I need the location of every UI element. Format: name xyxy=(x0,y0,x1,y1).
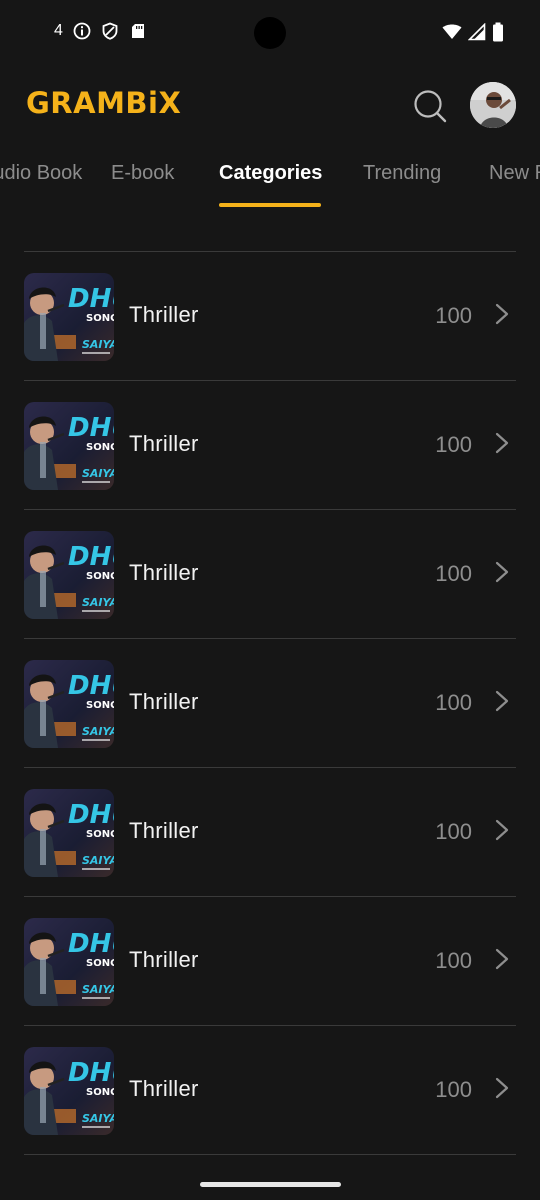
category-count: 100 xyxy=(435,1077,472,1102)
category-label: Thriller xyxy=(129,947,199,972)
tab-audio-book[interactable]: Audio Book xyxy=(0,162,82,185)
svg-text:SAIYAARA: SAIYAARA xyxy=(82,983,114,996)
svg-text:SONG: SONG xyxy=(86,313,114,324)
category-list-item[interactable]: DHU SONG SAIYAARA Thriller 100 xyxy=(24,768,516,897)
category-thumbnail: DHU SONG SAIYAARA xyxy=(24,789,114,877)
notification-count: 4 xyxy=(54,22,63,39)
svg-text:SAIYAARA: SAIYAARA xyxy=(82,596,114,609)
battery-icon xyxy=(492,22,504,47)
category-label: Thriller xyxy=(129,302,199,327)
camera-cutout xyxy=(254,17,286,49)
category-thumbnail: DHU SONG SAIYAARA xyxy=(24,1047,114,1135)
svg-text:SONG: SONG xyxy=(86,829,114,840)
sd-card-icon xyxy=(129,22,147,40)
chevron-right-icon xyxy=(495,1077,509,1099)
tab-categories[interactable]: Categories xyxy=(219,162,322,185)
app-screen: 4 GRAMBiX dio Book E-book Categories Tre… xyxy=(0,0,540,1200)
category-thumbnail: DHU SONG SAIYAARA xyxy=(24,531,114,619)
category-count: 100 xyxy=(435,690,472,715)
status-left: 4 xyxy=(54,22,147,40)
category-list-item[interactable]: DHU SONG SAIYAARA Thriller 100 xyxy=(24,897,516,1026)
category-label: Thriller xyxy=(129,431,199,456)
svg-text:SAIYAARA: SAIYAARA xyxy=(82,1112,114,1125)
category-tabs: Audio Book E-book Categories Trending Ne… xyxy=(0,150,540,210)
svg-text:DHU: DHU xyxy=(68,800,114,830)
category-count: 100 xyxy=(435,948,472,973)
category-list-item[interactable]: DHU SONG SAIYAARA Thriller 100 xyxy=(24,510,516,639)
tab-trending[interactable]: Trending xyxy=(363,162,441,185)
svg-text:DHU: DHU xyxy=(68,284,114,314)
category-list: DHU SONG SAIYAARA Thriller 100 xyxy=(24,252,516,1155)
category-label: Thriller xyxy=(129,818,199,843)
svg-text:DHU: DHU xyxy=(68,542,114,572)
svg-text:SAIYAARA: SAIYAARA xyxy=(82,725,114,738)
svg-text:SONG: SONG xyxy=(86,1087,114,1098)
chevron-right-icon xyxy=(495,303,509,325)
category-thumbnail: DHU SONG SAIYAARA xyxy=(24,660,114,748)
svg-text:SAIYAARA: SAIYAARA xyxy=(82,854,114,867)
category-label: Thriller xyxy=(129,1076,199,1101)
svg-text:SONG: SONG xyxy=(86,442,114,453)
user-avatar-icon xyxy=(470,82,516,128)
svg-text:DHU: DHU xyxy=(68,929,114,959)
category-thumbnail: DHU SONG SAIYAARA xyxy=(24,402,114,490)
category-count: 100 xyxy=(435,432,472,457)
shield-icon xyxy=(101,22,119,40)
status-bar: 4 xyxy=(0,0,540,66)
chevron-right-icon xyxy=(495,690,509,712)
chevron-right-icon xyxy=(495,432,509,454)
svg-text:SAIYAARA: SAIYAARA xyxy=(82,338,114,351)
svg-text:SONG: SONG xyxy=(86,571,114,582)
category-label: Thriller xyxy=(129,560,199,585)
category-thumbnail: DHU SONG SAIYAARA xyxy=(24,918,114,1006)
profile-avatar[interactable] xyxy=(470,82,516,128)
category-count: 100 xyxy=(435,819,472,844)
signal-icon xyxy=(467,22,486,46)
category-count: 100 xyxy=(435,303,472,328)
category-list-item[interactable]: DHU SONG SAIYAARA Thriller 100 xyxy=(24,381,516,510)
app-header: GRAMBiX xyxy=(0,78,540,138)
chevron-right-icon xyxy=(495,948,509,970)
info-icon xyxy=(73,22,91,40)
wifi-icon xyxy=(442,23,462,46)
category-list-item[interactable]: DHU SONG SAIYAARA Thriller 100 xyxy=(24,252,516,381)
active-tab-indicator xyxy=(219,203,321,207)
svg-text:DHU: DHU xyxy=(68,413,114,443)
app-logo: GRAMBiX xyxy=(26,86,182,120)
svg-text:SONG: SONG xyxy=(86,958,114,969)
tab-ebook[interactable]: E-book xyxy=(111,162,174,185)
category-thumbnail: DHU SONG SAIYAARA xyxy=(24,273,114,361)
category-count: 100 xyxy=(435,561,472,586)
search-button[interactable] xyxy=(410,86,450,126)
category-list-item[interactable]: DHU SONG SAIYAARA Thriller 100 xyxy=(24,1026,516,1155)
search-icon xyxy=(414,90,447,123)
svg-text:DHU: DHU xyxy=(68,671,114,701)
status-right xyxy=(442,22,504,47)
category-label: Thriller xyxy=(129,689,199,714)
home-indicator[interactable] xyxy=(200,1182,341,1187)
svg-text:SONG: SONG xyxy=(86,700,114,711)
tab-new-releases[interactable]: New Releases xyxy=(489,162,540,185)
category-list-item[interactable]: DHU SONG SAIYAARA Thriller 100 xyxy=(24,639,516,768)
chevron-right-icon xyxy=(495,819,509,841)
chevron-right-icon xyxy=(495,561,509,583)
svg-text:DHU: DHU xyxy=(68,1058,114,1088)
svg-text:SAIYAARA: SAIYAARA xyxy=(82,467,114,480)
